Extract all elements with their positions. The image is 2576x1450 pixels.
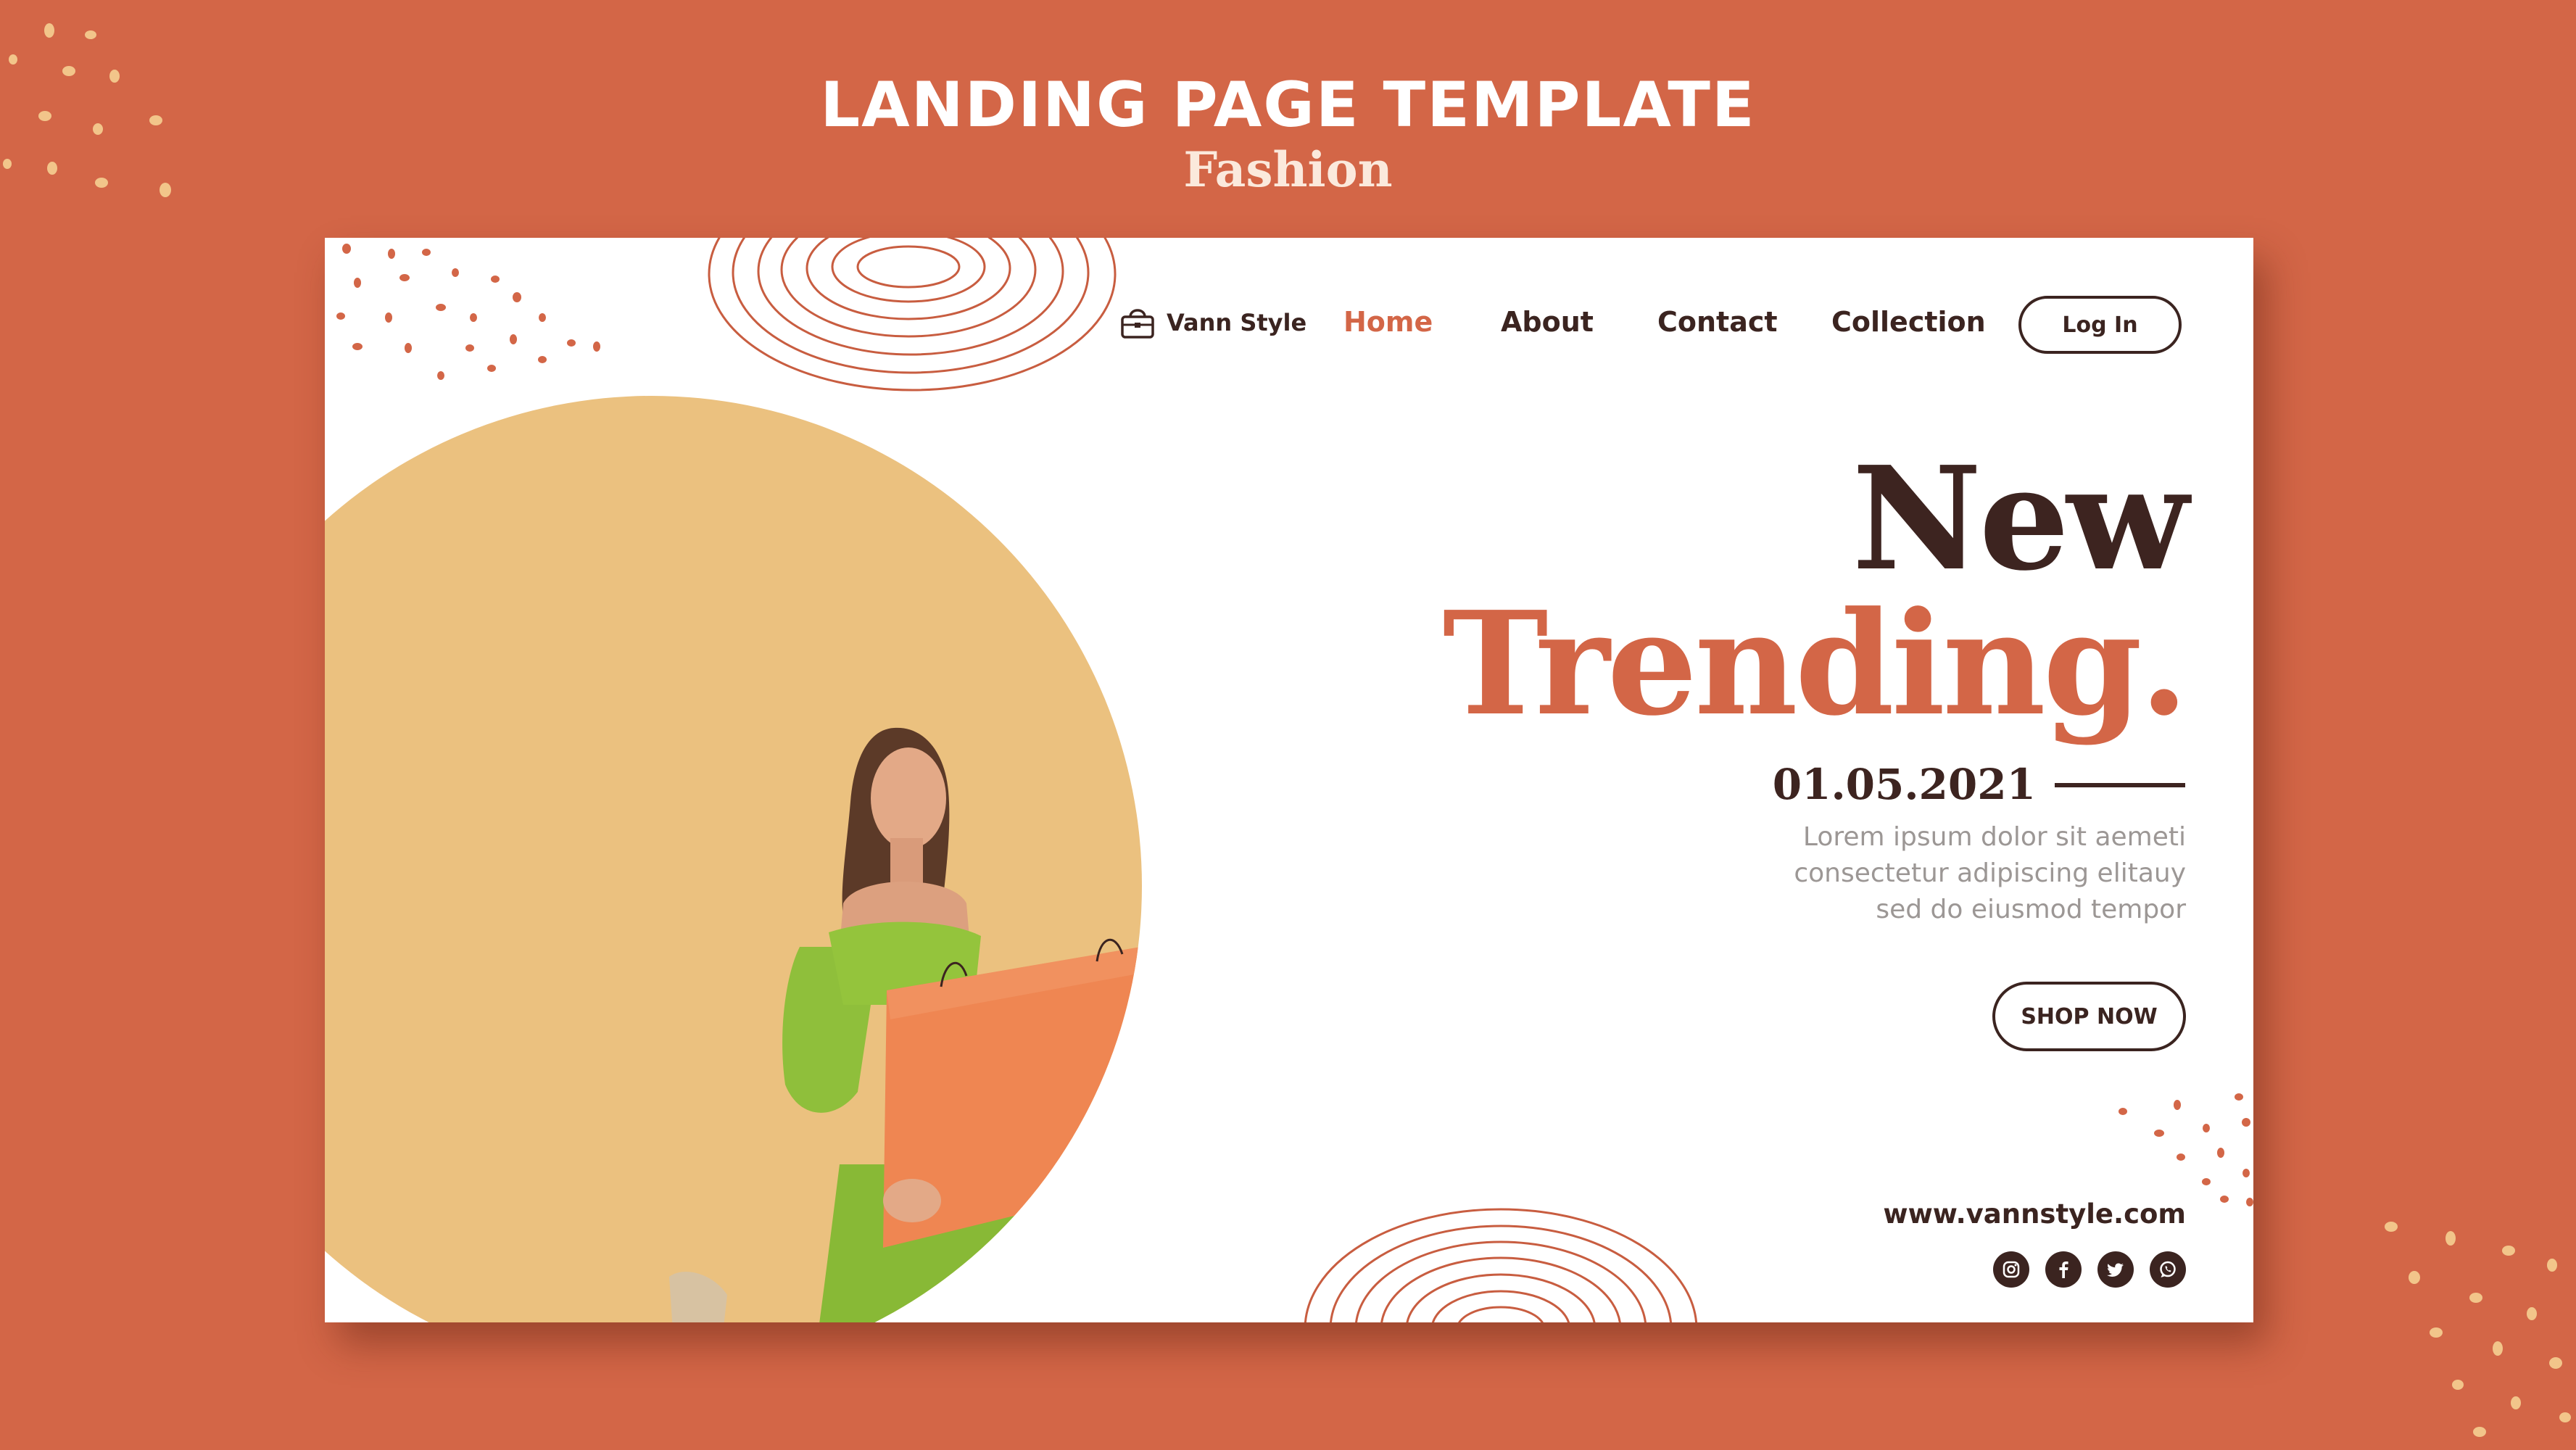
- date-divider-line: [2055, 783, 2185, 787]
- model-with-shopping-bag-image: [669, 727, 1142, 1322]
- instagram-icon[interactable]: [1993, 1251, 2029, 1288]
- handbag-icon: [1121, 309, 1154, 339]
- login-button[interactable]: Log In: [2018, 296, 2182, 354]
- nav-about-link[interactable]: About: [1501, 306, 1594, 338]
- brand-name: Vann Style: [1167, 309, 1307, 336]
- landing-page-card: Vann Style Home About Contact Collection…: [325, 238, 2253, 1322]
- hero-image-circle: [325, 396, 1142, 1322]
- hero-description-line: consectetur adipiscing elitauy: [1794, 858, 2186, 888]
- template-title: LANDING PAGE TEMPLATE: [820, 69, 1756, 141]
- template-subtitle: Fashion: [1183, 141, 1393, 198]
- nav-collection-link[interactable]: Collection: [1831, 306, 1986, 338]
- social-icons: [1993, 1251, 2186, 1288]
- brand-logo[interactable]: Vann Style: [1119, 299, 1306, 346]
- hero-date: 01.05.2021: [1772, 760, 2036, 809]
- hero-description-line: sed do eiusmod tempor: [1876, 895, 2186, 924]
- website-url[interactable]: www.vannstyle.com: [1883, 1198, 2186, 1230]
- hero-description: Lorem ipsum dolor sit aemeti consectetur…: [1678, 819, 2186, 928]
- shop-now-button[interactable]: SHOP NOW: [1992, 982, 2186, 1051]
- facebook-icon[interactable]: [2045, 1251, 2082, 1288]
- hero-headline-new: New: [1852, 436, 2189, 602]
- twitter-icon[interactable]: [2097, 1251, 2134, 1288]
- nav-contact-link[interactable]: Contact: [1657, 306, 1778, 338]
- hero-description-line: Lorem ipsum dolor sit aemeti: [1802, 822, 2186, 852]
- hero-headline-trending: Trending.: [1442, 581, 2189, 747]
- nav-home-link[interactable]: Home: [1343, 306, 1433, 338]
- whatsapp-icon[interactable]: [2150, 1251, 2186, 1288]
